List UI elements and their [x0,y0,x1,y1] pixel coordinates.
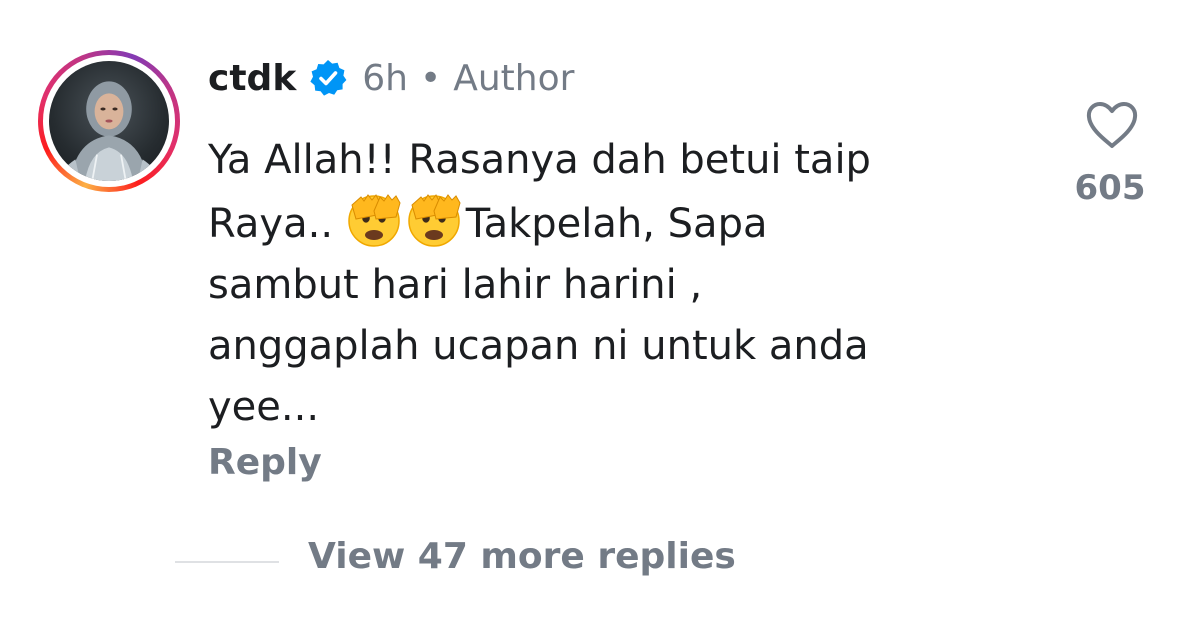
like-count: 605 [1074,168,1146,208]
replies-divider [175,561,279,563]
avatar-portrait-icon [58,81,160,181]
verified-badge-icon [308,58,348,98]
comment-text-line: sambut hari lahir harini , [208,262,703,308]
comment-text-line: Ya Allah!! Rasanya dah betui taip [208,137,871,183]
meta-separator: • [420,57,442,99]
comment-text-line: yee... [208,384,320,430]
comment-text: Ya Allah!! Rasanya dah betui taip Raya..… [208,130,1038,438]
view-more-replies-button[interactable]: View 47 more replies [308,536,736,577]
heart-outline-icon[interactable] [1084,100,1140,150]
username-link[interactable]: ctdk [208,58,296,99]
comment-header: ctdk 6h • Author [208,52,574,104]
avatar[interactable] [49,61,169,181]
avatar-border [43,55,175,187]
author-label: Author [453,57,575,99]
hand-over-mouth-emoji-icon [346,191,406,249]
hand-over-mouth-emoji-icon [406,191,466,249]
comment-text-line: Takpelah, Sapa [465,201,768,247]
reply-button[interactable]: Reply [208,442,322,483]
comment-text-line: Raya.. [208,201,334,247]
comment-timestamp: 6h [362,57,408,99]
comment-text-line: anggaplah ucapan ni untuk anda [208,323,869,369]
avatar-story-ring[interactable] [38,50,180,192]
